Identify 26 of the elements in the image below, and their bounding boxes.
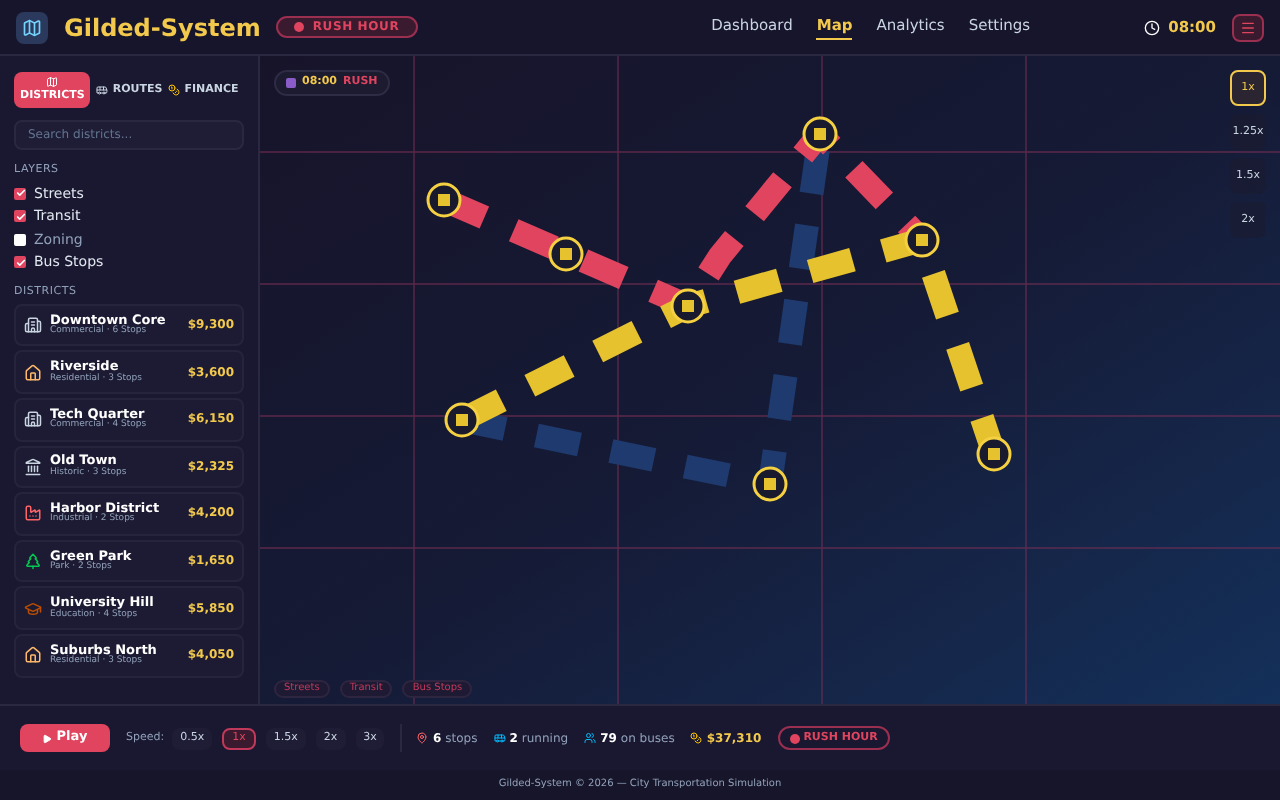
coins-icon <box>168 84 181 97</box>
district-icon <box>24 599 42 618</box>
stat-icon <box>690 732 703 744</box>
stat-icon <box>584 732 597 744</box>
layer-checkbox[interactable] <box>14 210 26 223</box>
district-icon <box>24 363 42 382</box>
district-icon <box>24 316 42 335</box>
layer-checkbox[interactable] <box>14 187 26 200</box>
layer-checkbox[interactable] <box>14 233 26 246</box>
clock-icon <box>1144 19 1161 35</box>
app-title: Gilded-System <box>64 11 261 45</box>
bus-icon <box>96 84 109 97</box>
calendar-icon <box>286 78 296 88</box>
map-icon <box>46 76 59 88</box>
district-icon <box>24 504 42 523</box>
menu-icon <box>1240 19 1256 35</box>
district-icon <box>24 457 42 476</box>
menu-button[interactable] <box>1232 13 1264 41</box>
district-icon <box>24 552 42 571</box>
logo-icon <box>16 11 48 43</box>
district-icon <box>24 410 42 429</box>
stat-icon <box>493 732 506 744</box>
play-icon <box>42 733 53 743</box>
stat-icon <box>416 732 429 744</box>
district-icon <box>24 646 42 665</box>
layer-checkbox[interactable] <box>14 256 26 269</box>
